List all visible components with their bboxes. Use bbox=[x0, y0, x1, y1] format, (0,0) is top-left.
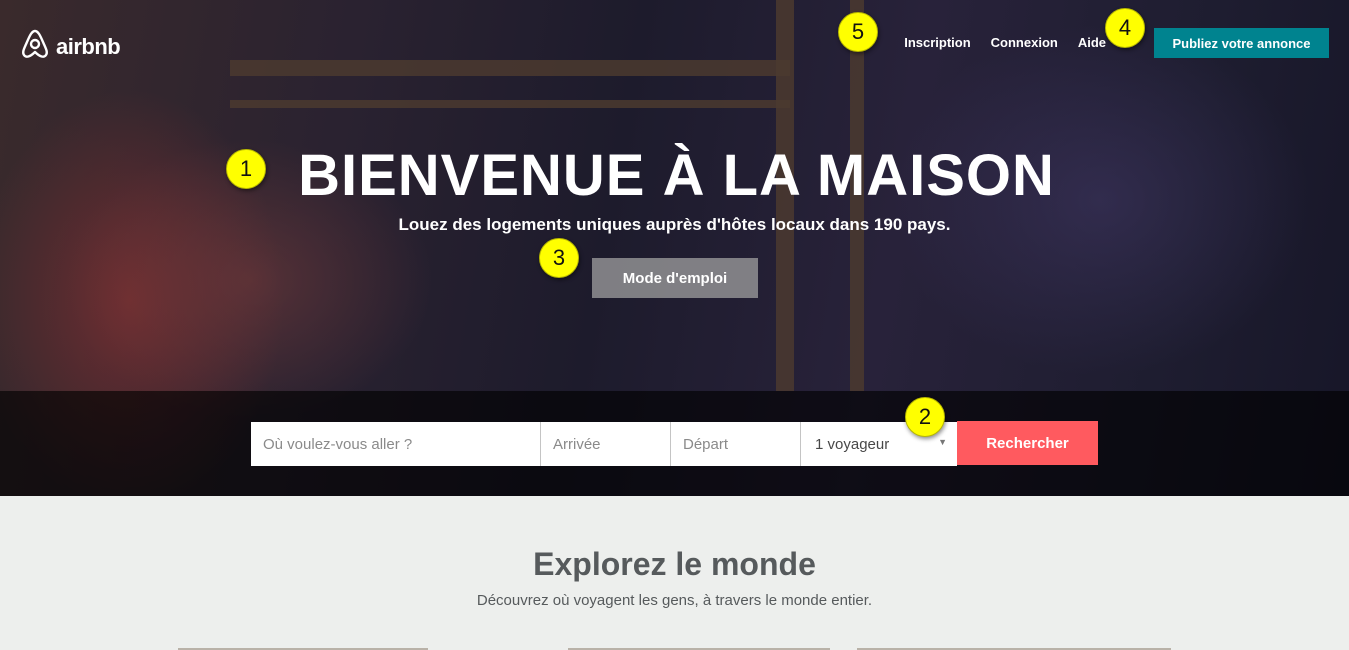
brand-logo[interactable]: airbnb bbox=[20, 28, 121, 65]
hero-subtitle: Louez des logements uniques auprès d'hôt… bbox=[398, 215, 951, 234]
nav-help-link[interactable]: Aide bbox=[1078, 28, 1106, 58]
airbnb-belo-icon bbox=[20, 28, 50, 65]
checkout-date-input[interactable]: Départ bbox=[671, 422, 801, 466]
explore-section: Explorez le monde Découvrez où voyagent … bbox=[0, 496, 1349, 650]
background-shelf bbox=[230, 60, 790, 76]
search-bar: Où voulez-vous aller ? Arrivée Départ 1 … bbox=[0, 391, 1349, 496]
nav-login-link[interactable]: Connexion bbox=[991, 28, 1058, 58]
nav-signup-link[interactable]: Inscription bbox=[904, 28, 970, 58]
annotation-marker-5: 5 bbox=[838, 12, 878, 52]
brand-name: airbnb bbox=[56, 33, 121, 59]
annotation-marker-2: 2 bbox=[905, 397, 945, 437]
how-it-works-button[interactable]: Mode d'emploi bbox=[592, 258, 758, 298]
annotation-marker-4: 4 bbox=[1105, 8, 1145, 48]
hero-title: BIENVENUE À LA MAISON bbox=[298, 143, 1055, 208]
list-your-space-button[interactable]: Publiez votre annonce bbox=[1154, 28, 1329, 58]
annotation-marker-3: 3 bbox=[539, 238, 579, 278]
explore-subtitle: Découvrez où voyagent les gens, à traver… bbox=[476, 592, 873, 609]
annotation-marker-1: 1 bbox=[226, 149, 266, 189]
caret-down-icon: ▼ bbox=[938, 437, 947, 447]
explore-title: Explorez le monde bbox=[533, 546, 816, 582]
destination-input[interactable]: Où voulez-vous aller ? bbox=[251, 422, 541, 466]
background-shelf bbox=[230, 100, 790, 108]
search-button[interactable]: Rechercher bbox=[957, 421, 1098, 465]
guests-select-value: 1 voyageur bbox=[815, 435, 890, 453]
checkin-date-input[interactable]: Arrivée bbox=[541, 422, 671, 466]
